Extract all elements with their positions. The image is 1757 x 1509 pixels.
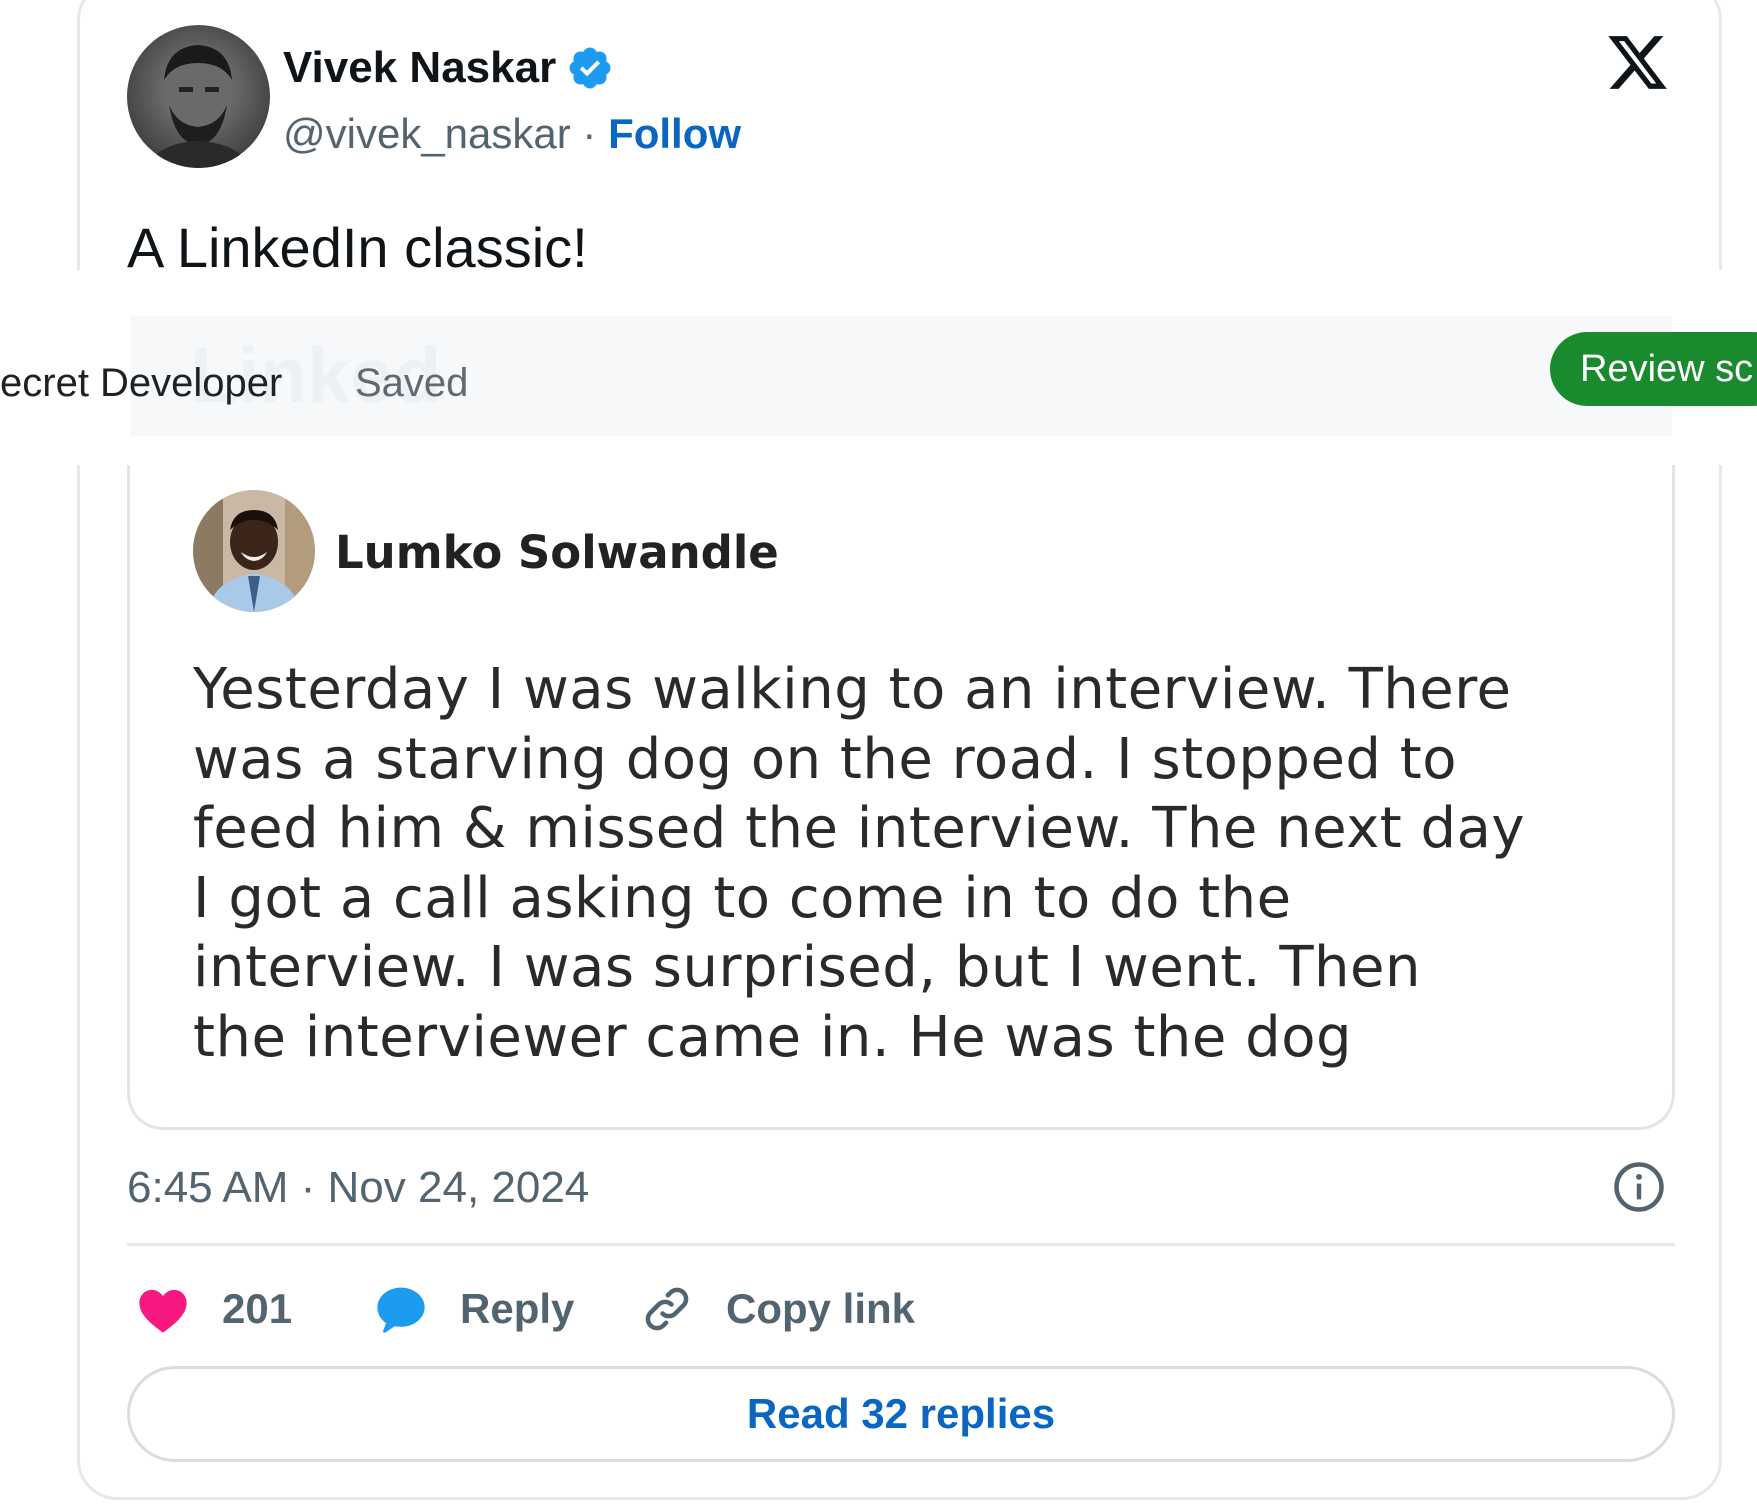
post-line: was a starving dog on the road. I stoppe… bbox=[193, 726, 1457, 792]
saved-status: Saved bbox=[355, 361, 469, 405]
post-line: the interviewer came in. He was the dog bbox=[193, 1004, 1352, 1070]
x-logo-icon[interactable] bbox=[1605, 30, 1670, 95]
speech-bubble-icon bbox=[377, 1287, 425, 1333]
copy-link-button[interactable]: Copy link bbox=[640, 1278, 915, 1340]
reply-label: Reply bbox=[460, 1285, 575, 1332]
author-avatar[interactable] bbox=[127, 25, 270, 168]
author-name-text[interactable]: Vivek Naskar bbox=[283, 42, 556, 94]
read-replies-button[interactable]: Read 32 replies bbox=[127, 1366, 1675, 1462]
linkedin-author-avatar bbox=[193, 490, 315, 612]
post-line: interview. I was surprised, but I went. … bbox=[193, 935, 1421, 1000]
footer-divider bbox=[127, 1243, 1675, 1246]
follow-button[interactable]: Follow bbox=[608, 110, 741, 157]
reply-button[interactable]: Reply bbox=[374, 1278, 574, 1340]
handle-separator: · bbox=[570, 110, 609, 157]
post-line: feed him & missed the interview. The nex… bbox=[193, 796, 1526, 861]
verified-badge-icon bbox=[566, 44, 614, 92]
tweet-timestamp[interactable]: 6:45 AM · Nov 24, 2024 bbox=[127, 1160, 589, 1216]
linkedin-author-name: Lumko Solwandle bbox=[335, 526, 779, 579]
like-button[interactable]: 201 bbox=[136, 1278, 292, 1340]
author-handle-row: @vivek_naskar · Follow bbox=[283, 108, 741, 160]
linkedin-post-text: Yesterday I was walking to an interview.… bbox=[193, 655, 1643, 1072]
author-handle[interactable]: @vivek_naskar bbox=[283, 110, 571, 157]
info-icon[interactable] bbox=[1612, 1160, 1666, 1214]
link-icon bbox=[645, 1287, 689, 1331]
copy-link-label: Copy link bbox=[726, 1285, 916, 1332]
post-line: I got a call asking to come in to do the bbox=[193, 865, 1292, 931]
like-count: 201 bbox=[222, 1285, 293, 1332]
review-button[interactable]: Review sc bbox=[1550, 332, 1757, 406]
author-name[interactable]: Vivek Naskar bbox=[283, 42, 614, 94]
heart-icon bbox=[139, 1289, 187, 1333]
post-line: Yesterday I was walking to an interview.… bbox=[193, 657, 1512, 722]
breadcrumb[interactable]: ecret Developer bbox=[0, 358, 282, 408]
